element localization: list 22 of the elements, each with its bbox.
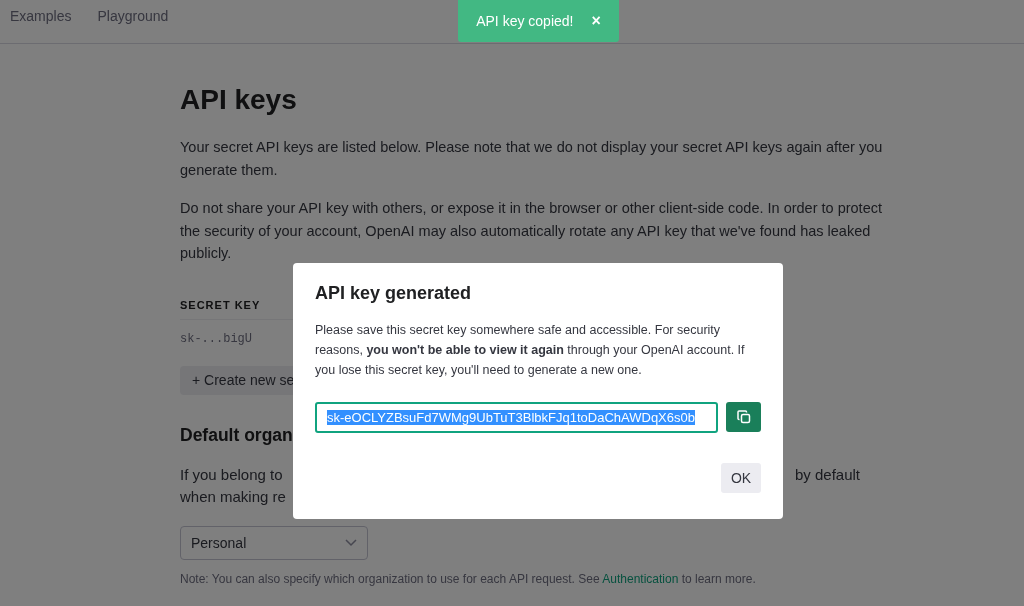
copy-button[interactable] bbox=[726, 402, 761, 432]
page-title: API keys bbox=[180, 84, 298, 116]
description-text: by default bbox=[794, 464, 860, 485]
description-text: when making re bbox=[180, 486, 286, 507]
section-title: Default organ bbox=[180, 424, 293, 446]
dialog-text: Please save this secret key somewhere safe and accessible. For security reasons, you won't be able to view it again through your OpenAI account. If you lose this secret key, you'll need to generate a new one. bbox=[315, 322, 746, 379]
nav-link[interactable]: Examples bbox=[10, 8, 72, 24]
table-cell: sk-...bigU bbox=[180, 331, 252, 346]
toast-message: API key copied! bbox=[476, 13, 574, 29]
description-text: Do not share your API key with others, or expose it in the browser or other client-side code. In order to protect the security of your account, OpenAI may also automatically rotate any API key that we've found has leaked publicly. bbox=[180, 199, 883, 263]
chevron-down-icon bbox=[345, 538, 357, 547]
authentication-link[interactable]: Authentication bbox=[602, 571, 679, 586]
copy-icon bbox=[736, 410, 751, 424]
note-text: Note: You can also specify which organization to use for each API request. See Authentication to learn more. bbox=[180, 571, 757, 586]
key-field[interactable]: sk-eOCLYZBsuFd7WMg9UbTuT3BlbkFJq1toDaChAWDqX6s0b bbox=[315, 402, 719, 433]
dialog-title: API key generated bbox=[315, 283, 473, 304]
close-button[interactable]: × bbox=[591, 12, 601, 30]
description-text: If you belong to bbox=[180, 464, 283, 485]
description-text: Your secret API keys are listed below. Please note that we do not display your secret API keys again after you generate them. bbox=[180, 138, 884, 180]
ok-button[interactable]: OK bbox=[721, 463, 761, 493]
nav-link[interactable]: Playground bbox=[97, 8, 169, 24]
organization-select[interactable]: Personal bbox=[180, 525, 368, 560]
